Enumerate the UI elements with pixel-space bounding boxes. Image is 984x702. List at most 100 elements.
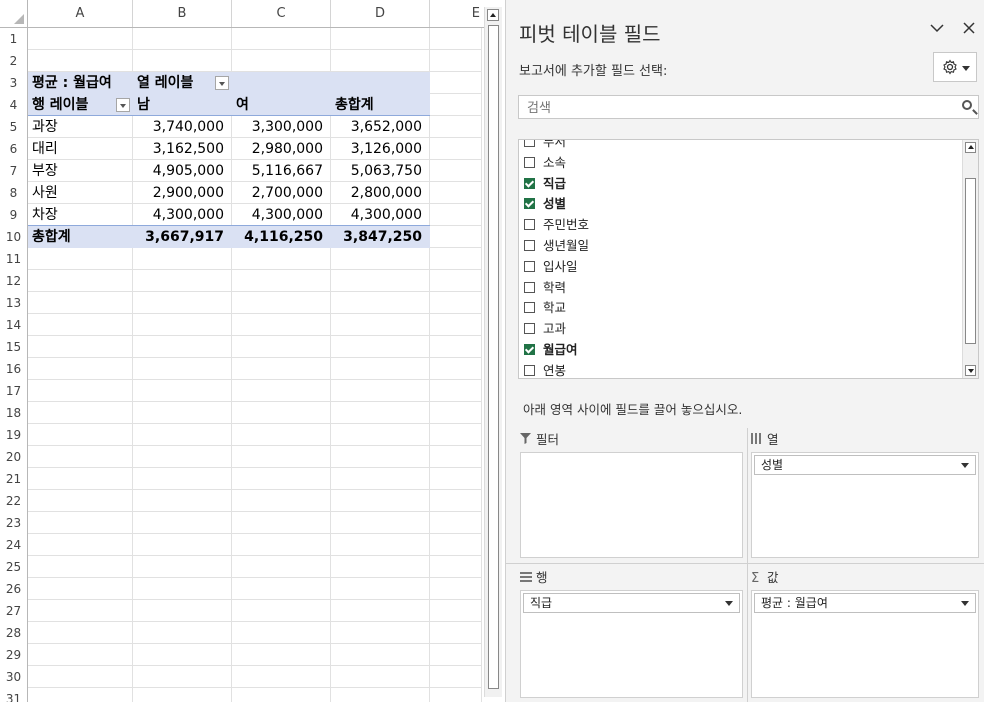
- caret-down-icon[interactable]: [961, 601, 969, 606]
- field-checkbox[interactable]: [524, 364, 535, 376]
- row-header[interactable]: 7: [0, 160, 28, 182]
- field-checkbox[interactable]: [524, 240, 535, 251]
- pivot-row-label[interactable]: 차장: [32, 204, 58, 226]
- pivot-row-label[interactable]: 부장: [32, 160, 58, 182]
- tools-button[interactable]: [933, 52, 977, 82]
- row-header[interactable]: 25: [0, 556, 28, 578]
- row-header[interactable]: 6: [0, 138, 28, 160]
- rows-field-pill[interactable]: 직급: [523, 593, 740, 613]
- field-list-scrollbar[interactable]: [962, 140, 978, 378]
- pivot-value-cell[interactable]: 3,652,000: [331, 116, 430, 138]
- row-header[interactable]: 3: [0, 72, 28, 94]
- pivot-value-cell[interactable]: 4,300,000: [232, 204, 331, 226]
- field-list[interactable]: 부서 소속 직급 성별 주민번호 생년월일 입사일 학력 학교 고과 월급여 연봉: [518, 139, 979, 379]
- column-labels-filter-button[interactable]: [215, 76, 229, 90]
- scroll-down-icon[interactable]: [965, 365, 976, 376]
- row-header[interactable]: 5: [0, 116, 28, 138]
- rows-drop-zone[interactable]: 직급: [520, 590, 743, 698]
- column-header-c[interactable]: C: [232, 0, 331, 27]
- row-header[interactable]: 9: [0, 204, 28, 226]
- worksheet[interactable]: A B C D E 1 2 3 4 5 6 7 8 9 10 11 12 13 14 15 16 17 18 19 2…: [0, 0, 484, 702]
- values-field-pill[interactable]: 평균 : 월급여: [754, 593, 976, 613]
- pivot-value-cell[interactable]: 3,300,000: [232, 116, 331, 138]
- pivot-value-cell[interactable]: 5,063,750: [331, 160, 430, 182]
- pivot-column-labels-title[interactable]: 열 레이블: [137, 72, 193, 94]
- pivot-value-cell[interactable]: 2,980,000: [232, 138, 331, 160]
- pivot-row-label[interactable]: 사원: [32, 182, 58, 204]
- row-header[interactable]: 24: [0, 534, 28, 556]
- row-header[interactable]: 29: [0, 644, 28, 666]
- row-header[interactable]: 8: [0, 182, 28, 204]
- field-checkbox[interactable]: [524, 302, 535, 314]
- select-all-button[interactable]: [0, 0, 28, 27]
- pivot-total-value[interactable]: 3,847,250: [331, 226, 430, 248]
- field-search-box[interactable]: [518, 95, 979, 119]
- row-header[interactable]: 16: [0, 358, 28, 380]
- columns-area[interactable]: 열 성별: [751, 428, 979, 558]
- row-header[interactable]: 23: [0, 512, 28, 534]
- scroll-up-icon[interactable]: [965, 142, 976, 153]
- pivot-value-cell[interactable]: 5,116,667: [232, 160, 331, 182]
- search-icon[interactable]: [962, 100, 972, 110]
- column-header-e[interactable]: E: [430, 0, 482, 27]
- row-labels-filter-button[interactable]: [116, 98, 130, 112]
- row-header[interactable]: 11: [0, 248, 28, 270]
- columns-drop-zone[interactable]: 성별: [751, 452, 979, 558]
- sheet-vertical-scrollbar[interactable]: [484, 7, 502, 697]
- field-checkbox[interactable]: [524, 323, 535, 335]
- pivot-total-value[interactable]: 4,116,250: [232, 226, 331, 248]
- field-checkbox[interactable]: [524, 344, 535, 355]
- pivot-row-label[interactable]: 과장: [32, 116, 58, 138]
- row-header[interactable]: 26: [0, 578, 28, 600]
- close-icon[interactable]: [962, 20, 976, 39]
- row-header[interactable]: 13: [0, 292, 28, 314]
- values-drop-zone[interactable]: 평균 : 월급여: [751, 590, 979, 698]
- pivot-value-cell[interactable]: 2,900,000: [133, 182, 232, 204]
- field-checkbox[interactable]: [524, 140, 535, 147]
- row-header[interactable]: 30: [0, 666, 28, 688]
- row-header[interactable]: 12: [0, 270, 28, 292]
- row-header[interactable]: 31: [0, 688, 28, 702]
- pivot-value-cell[interactable]: 2,700,000: [232, 182, 331, 204]
- caret-down-icon[interactable]: [725, 601, 733, 606]
- filter-area[interactable]: 필터: [520, 428, 743, 558]
- filter-drop-zone[interactable]: [520, 452, 743, 558]
- rows-area[interactable]: 행 직급: [520, 566, 743, 700]
- pivot-value-cell[interactable]: 4,300,000: [133, 204, 232, 226]
- pivot-row-labels-title[interactable]: 행 레이블: [32, 94, 88, 116]
- field-checkbox[interactable]: [524, 198, 535, 210]
- values-area[interactable]: Σ값 평균 : 월급여: [751, 566, 979, 700]
- pivot-col-header[interactable]: 남: [137, 94, 150, 116]
- scroll-thumb[interactable]: [488, 25, 499, 689]
- row-header[interactable]: 2: [0, 50, 28, 72]
- column-header-b[interactable]: B: [133, 0, 232, 27]
- column-header-d[interactable]: D: [331, 0, 430, 27]
- pivot-value-cell[interactable]: 3,126,000: [331, 138, 430, 160]
- row-header[interactable]: 15: [0, 336, 28, 358]
- pivot-col-header[interactable]: 여: [236, 94, 249, 116]
- pivot-value-cell[interactable]: 4,905,000: [133, 160, 232, 182]
- row-header[interactable]: 21: [0, 468, 28, 490]
- chevron-down-icon[interactable]: [930, 20, 944, 39]
- row-header[interactable]: 4: [0, 94, 28, 116]
- row-header[interactable]: 19: [0, 424, 28, 446]
- pivot-value-cell[interactable]: 4,300,000: [331, 204, 430, 226]
- pivot-total-value[interactable]: 3,667,917: [133, 226, 232, 248]
- pivot-col-header[interactable]: 총합계: [335, 94, 374, 116]
- scroll-up-icon[interactable]: [487, 9, 499, 21]
- field-search-input[interactable]: [525, 99, 949, 117]
- pivot-value-cell[interactable]: 2,800,000: [331, 182, 430, 204]
- row-header[interactable]: 22: [0, 490, 28, 512]
- field-checkbox[interactable]: [524, 281, 535, 293]
- field-checkbox[interactable]: [524, 156, 535, 168]
- row-header[interactable]: 1: [0, 28, 28, 50]
- pivot-value-cell[interactable]: 3,162,500: [133, 138, 232, 160]
- row-header[interactable]: 28: [0, 622, 28, 644]
- pivot-values-label[interactable]: 평균 : 월급여: [32, 72, 112, 94]
- columns-field-pill[interactable]: 성별: [754, 455, 976, 475]
- caret-down-icon[interactable]: [961, 463, 969, 468]
- field-checkbox[interactable]: [524, 219, 535, 231]
- row-header[interactable]: 10: [0, 226, 28, 248]
- pivot-value-cell[interactable]: 3,740,000: [133, 116, 232, 138]
- row-header[interactable]: 20: [0, 446, 28, 468]
